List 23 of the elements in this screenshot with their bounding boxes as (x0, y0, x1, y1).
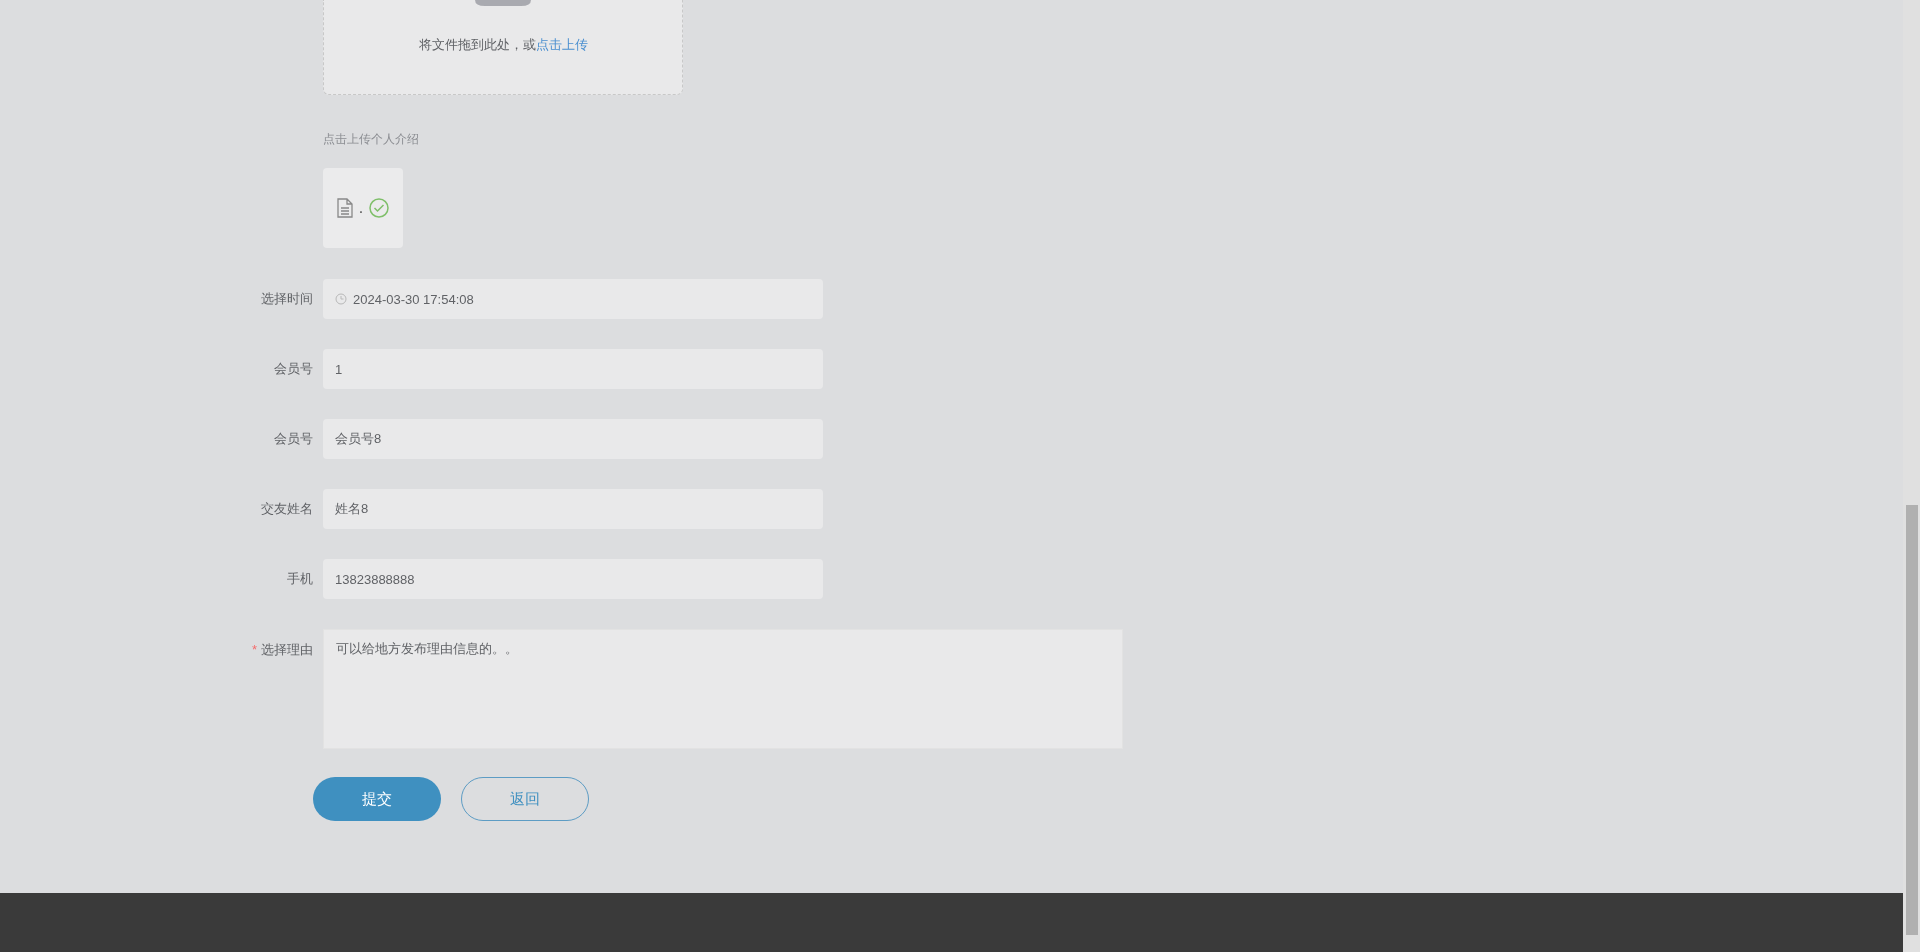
field-label: 手机 (287, 571, 313, 586)
text-field[interactable]: 姓名8 (323, 489, 823, 529)
required-mark: * (251, 642, 257, 657)
field-label: 会员号 (274, 431, 313, 446)
scrollbar[interactable] (1903, 0, 1920, 952)
field-label: 选择时间 (261, 291, 313, 306)
field-label: 会员号 (274, 361, 313, 376)
file-card[interactable]: . (323, 168, 403, 248)
reason-textarea[interactable]: 可以给地方发布理由信息的。。 (323, 629, 1123, 749)
text-field[interactable]: 1 (323, 349, 823, 389)
text-field[interactable]: 会员号8 (323, 419, 823, 459)
upload-tip: 点击上传个人介绍 (323, 131, 420, 148)
upload-hint: 将文件拖到此处，或点击上传 (418, 36, 588, 54)
upload-dropzone[interactable]: 将文件拖到此处，或点击上传 (323, 0, 683, 95)
document-icon (336, 198, 353, 218)
text-field[interactable]: 13823888888 (323, 559, 823, 599)
datetime-field[interactable]: 2024-03-30 17:54:08 (323, 279, 823, 319)
field-label: 交友姓名 (261, 501, 313, 516)
clock-icon (335, 293, 347, 305)
field-label: 选择理由 (261, 642, 313, 657)
upload-link[interactable]: 点击上传 (535, 37, 588, 52)
file-name: . (358, 199, 364, 217)
submit-button[interactable]: 提交 (313, 777, 441, 821)
